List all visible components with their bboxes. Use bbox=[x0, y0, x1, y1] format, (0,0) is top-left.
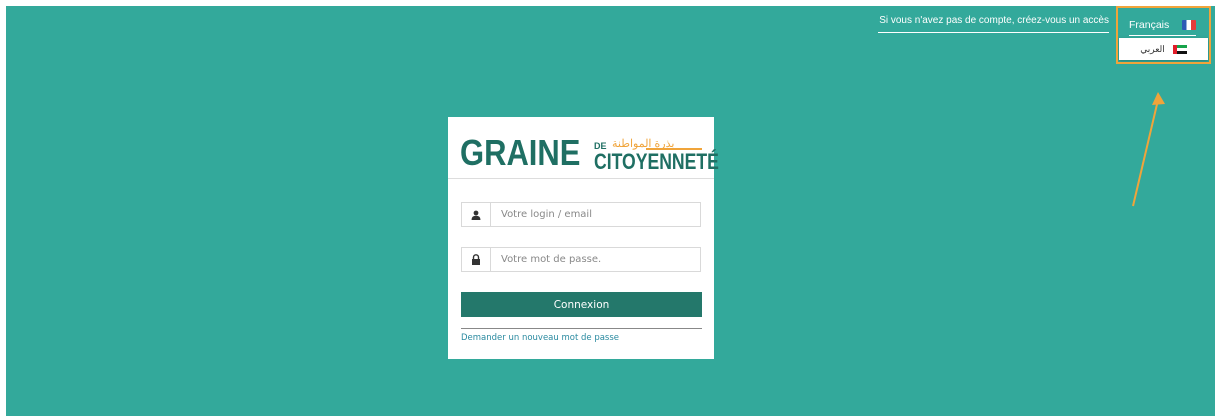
graine-logo: GRAINE DE بذرة المواطنة CITOYENNETÉ bbox=[460, 131, 719, 173]
login-field bbox=[461, 202, 701, 227]
password-input[interactable] bbox=[491, 248, 700, 271]
divider bbox=[461, 328, 702, 329]
annotation-arrow-icon bbox=[1132, 92, 1165, 207]
user-icon bbox=[462, 203, 491, 226]
logo-area: GRAINE DE بذرة المواطنة CITOYENNETÉ bbox=[448, 117, 719, 179]
forgot-password-link[interactable]: Demander un nouveau mot de passe bbox=[461, 333, 619, 343]
lock-icon bbox=[462, 248, 491, 271]
annotation-highlight-box bbox=[1116, 6, 1211, 64]
signup-link[interactable]: Si vous n'avez pas de compte, créez-vous… bbox=[878, 14, 1109, 33]
logo-sub-text: CITOYENNETÉ bbox=[594, 149, 719, 174]
login-input[interactable] bbox=[491, 203, 700, 226]
password-field bbox=[461, 247, 701, 272]
login-card: GRAINE DE بذرة المواطنة CITOYENNETÉ Conn… bbox=[448, 117, 719, 359]
logo-main-text: GRAINE bbox=[460, 132, 581, 173]
connexion-button[interactable]: Connexion bbox=[461, 292, 702, 317]
